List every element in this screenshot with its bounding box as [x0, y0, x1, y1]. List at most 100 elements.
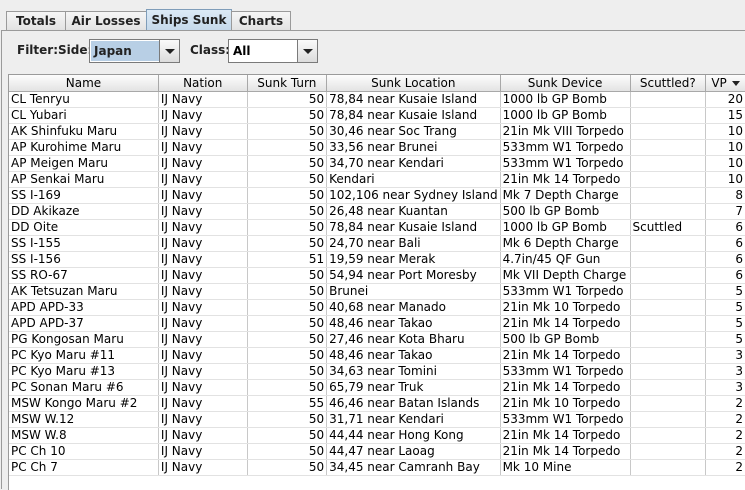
cell-name: SS I-169 [9, 187, 159, 204]
table-row[interactable]: AK Tetsuzan Maru IJ Navy 50 Brunei 533mm W1 … [9, 283, 745, 300]
cell-vp: 6 [705, 235, 745, 252]
cell-name: AP Meigen Maru [9, 155, 159, 172]
table-row[interactable]: PC Kyo Maru #11 IJ Navy 50 48,46 near Takao… [9, 347, 745, 364]
cell-vp: 3 [705, 347, 745, 364]
cell-sunk-location: 34,70 near Kendari [326, 155, 501, 172]
table-row[interactable]: MSW W.12 IJ Navy 50 31,71 near Kendari 533mm… [9, 411, 745, 428]
table-row[interactable]: PC Sonan Maru #6 IJ Navy 50 65,79 near Truk… [9, 379, 745, 396]
table-row[interactable]: SS I-155 IJ Navy 50 24,70 near Bali Mk 6 Dep… [9, 235, 745, 252]
class-select[interactable]: All [228, 39, 318, 63]
cell-name: SS RO-67 [9, 267, 159, 284]
cell-sunk-turn: 50 [247, 299, 328, 316]
table-row[interactable]: DD Oite IJ Navy 50 78,84 near Kusaie Island… [9, 219, 745, 236]
cell-scuttled [630, 235, 707, 252]
cell-name: APD APD-37 [9, 315, 159, 332]
cell-scuttled [630, 331, 707, 348]
table-row[interactable]: CL Tenryu IJ Navy 50 78,84 near Kusaie Isla… [9, 91, 745, 108]
column-header-sunk-location[interactable]: Sunk Location [326, 75, 501, 92]
column-header-nation[interactable]: Nation [158, 75, 248, 92]
column-header-vp-label: VP [711, 76, 727, 90]
cell-name: MSW Kongo Maru #2 [9, 395, 159, 412]
cell-sunk-turn: 50 [247, 219, 328, 236]
cell-name: PC Kyo Maru #11 [9, 347, 159, 364]
column-header-sunk-turn[interactable]: Sunk Turn [247, 75, 328, 92]
cell-name: AK Tetsuzan Maru [9, 283, 159, 300]
cell-vp: 2 [705, 395, 745, 412]
cell-sunk-location: 48,46 near Takao [326, 347, 501, 364]
cell-vp: 5 [705, 315, 745, 332]
column-header-name[interactable]: Name [9, 75, 159, 92]
chevron-down-icon[interactable] [159, 40, 179, 62]
cell-sunk-device: 500 lb GP Bomb [500, 203, 631, 220]
cell-nation: IJ Navy [158, 139, 248, 156]
table-row[interactable]: PC Ch 7 IJ Navy 50 34,45 near Camranh Bay Mk… [9, 459, 745, 476]
cell-sunk-device: 533mm W1 Torpedo [500, 139, 631, 156]
table-row[interactable]: SS I-156 IJ Navy 51 19,59 near Merak 4.7in/4… [9, 251, 745, 268]
cell-sunk-location: 78,84 near Kusaie Island [326, 219, 501, 236]
cell-name: PC Ch 10 [9, 443, 159, 460]
cell-sunk-location: 46,46 near Batan Islands [326, 395, 501, 412]
table-row[interactable]: PC Ch 10 IJ Navy 50 44,47 near Laoag 21in Mk… [9, 443, 745, 460]
table-row[interactable]: APD APD-33 IJ Navy 50 40,68 near Manado 21in… [9, 299, 745, 316]
cell-scuttled [630, 187, 707, 204]
tab-charts[interactable]: Charts [231, 11, 291, 30]
cell-sunk-turn: 50 [247, 267, 328, 284]
cell-sunk-location: 48,46 near Takao [326, 315, 501, 332]
cell-sunk-device: 533mm W1 Torpedo [500, 283, 631, 300]
cell-name: APD APD-33 [9, 299, 159, 316]
ships-sunk-table-container: Name Nation Sunk Turn Sunk Location Sunk… [8, 74, 745, 490]
table-row[interactable]: SS RO-67 IJ Navy 50 54,94 near Port Moresby… [9, 267, 745, 284]
side-select[interactable]: Japan [89, 39, 180, 63]
column-header-sunk-device[interactable]: Sunk Device [500, 75, 631, 92]
table-row[interactable]: DD Akikaze IJ Navy 50 26,48 near Kuantan 500… [9, 203, 745, 220]
chevron-down-icon[interactable] [297, 40, 317, 62]
table-row[interactable]: SS I-169 IJ Navy 50 102,106 near Sydney Isl… [9, 187, 745, 204]
table-row[interactable]: APD APD-37 IJ Navy 50 48,46 near Takao 21in … [9, 315, 745, 332]
cell-name: PG Kongosan Maru [9, 331, 159, 348]
tab-totals[interactable]: Totals [6, 11, 66, 30]
column-header-vp[interactable]: VP [705, 75, 745, 92]
tab-air-losses[interactable]: Air Losses [65, 11, 147, 30]
side-select-value: Japan [91, 41, 159, 61]
cell-vp: 8 [705, 187, 745, 204]
cell-sunk-location: Brunei [326, 283, 501, 300]
table-row[interactable]: AK Shinfuku Maru IJ Navy 50 30,46 near Soc … [9, 123, 745, 140]
cell-vp: 6 [705, 219, 745, 236]
tab-ships-sunk[interactable]: Ships Sunk [146, 9, 232, 31]
table-row[interactable]: AP Meigen Maru IJ Navy 50 34,70 near Kendar… [9, 155, 745, 172]
table-row[interactable]: PG Kongosan Maru IJ Navy 50 27,46 near Kota… [9, 331, 745, 348]
table-row[interactable]: AP Senkai Maru IJ Navy 50 Kendari 21in Mk 14… [9, 171, 745, 188]
cell-name: CL Tenryu [9, 91, 159, 108]
cell-sunk-device: 500 lb GP Bomb [500, 331, 631, 348]
cell-vp: 6 [705, 267, 745, 284]
cell-sunk-turn: 50 [247, 379, 328, 396]
cell-nation: IJ Navy [158, 395, 248, 412]
table-row[interactable]: MSW Kongo Maru #2 IJ Navy 55 46,46 near Bat… [9, 395, 745, 412]
cell-nation: IJ Navy [158, 123, 248, 140]
cell-vp: 10 [705, 171, 745, 188]
cell-name: AP Kurohime Maru [9, 139, 159, 156]
cell-sunk-turn: 50 [247, 203, 328, 220]
cell-vp: 20 [705, 91, 745, 108]
cell-scuttled [630, 139, 707, 156]
table-header-row: Name Nation Sunk Turn Sunk Location Sunk… [9, 75, 745, 92]
cell-scuttled [630, 91, 707, 108]
table-row[interactable]: AP Kurohime Maru IJ Navy 50 33,56 near Brun… [9, 139, 745, 156]
cell-nation: IJ Navy [158, 363, 248, 380]
cell-sunk-device: 21in Mk 14 Torpedo [500, 315, 631, 332]
cell-nation: IJ Navy [158, 171, 248, 188]
cell-sunk-device: 1000 lb GP Bomb [500, 107, 631, 124]
column-header-scuttled[interactable]: Scuttled? [630, 75, 707, 92]
cell-sunk-turn: 50 [247, 139, 328, 156]
cell-nation: IJ Navy [158, 91, 248, 108]
table-row[interactable]: CL Yubari IJ Navy 50 78,84 near Kusaie Isla… [9, 107, 745, 124]
table-row[interactable]: PC Kyo Maru #13 IJ Navy 50 34,63 near Tomin… [9, 363, 745, 380]
table-row[interactable]: MSW W.8 IJ Navy 50 44,44 near Hong Kong 21in… [9, 427, 745, 444]
cell-vp: 10 [705, 123, 745, 140]
cell-sunk-device: 533mm W1 Torpedo [500, 411, 631, 428]
cell-sunk-location: 34,45 near Camranh Bay [326, 459, 501, 476]
cell-sunk-turn: 50 [247, 347, 328, 364]
cell-sunk-turn: 50 [247, 443, 328, 460]
cell-sunk-turn: 55 [247, 395, 328, 412]
cell-sunk-device: 21in Mk 10 Torpedo [500, 299, 631, 316]
